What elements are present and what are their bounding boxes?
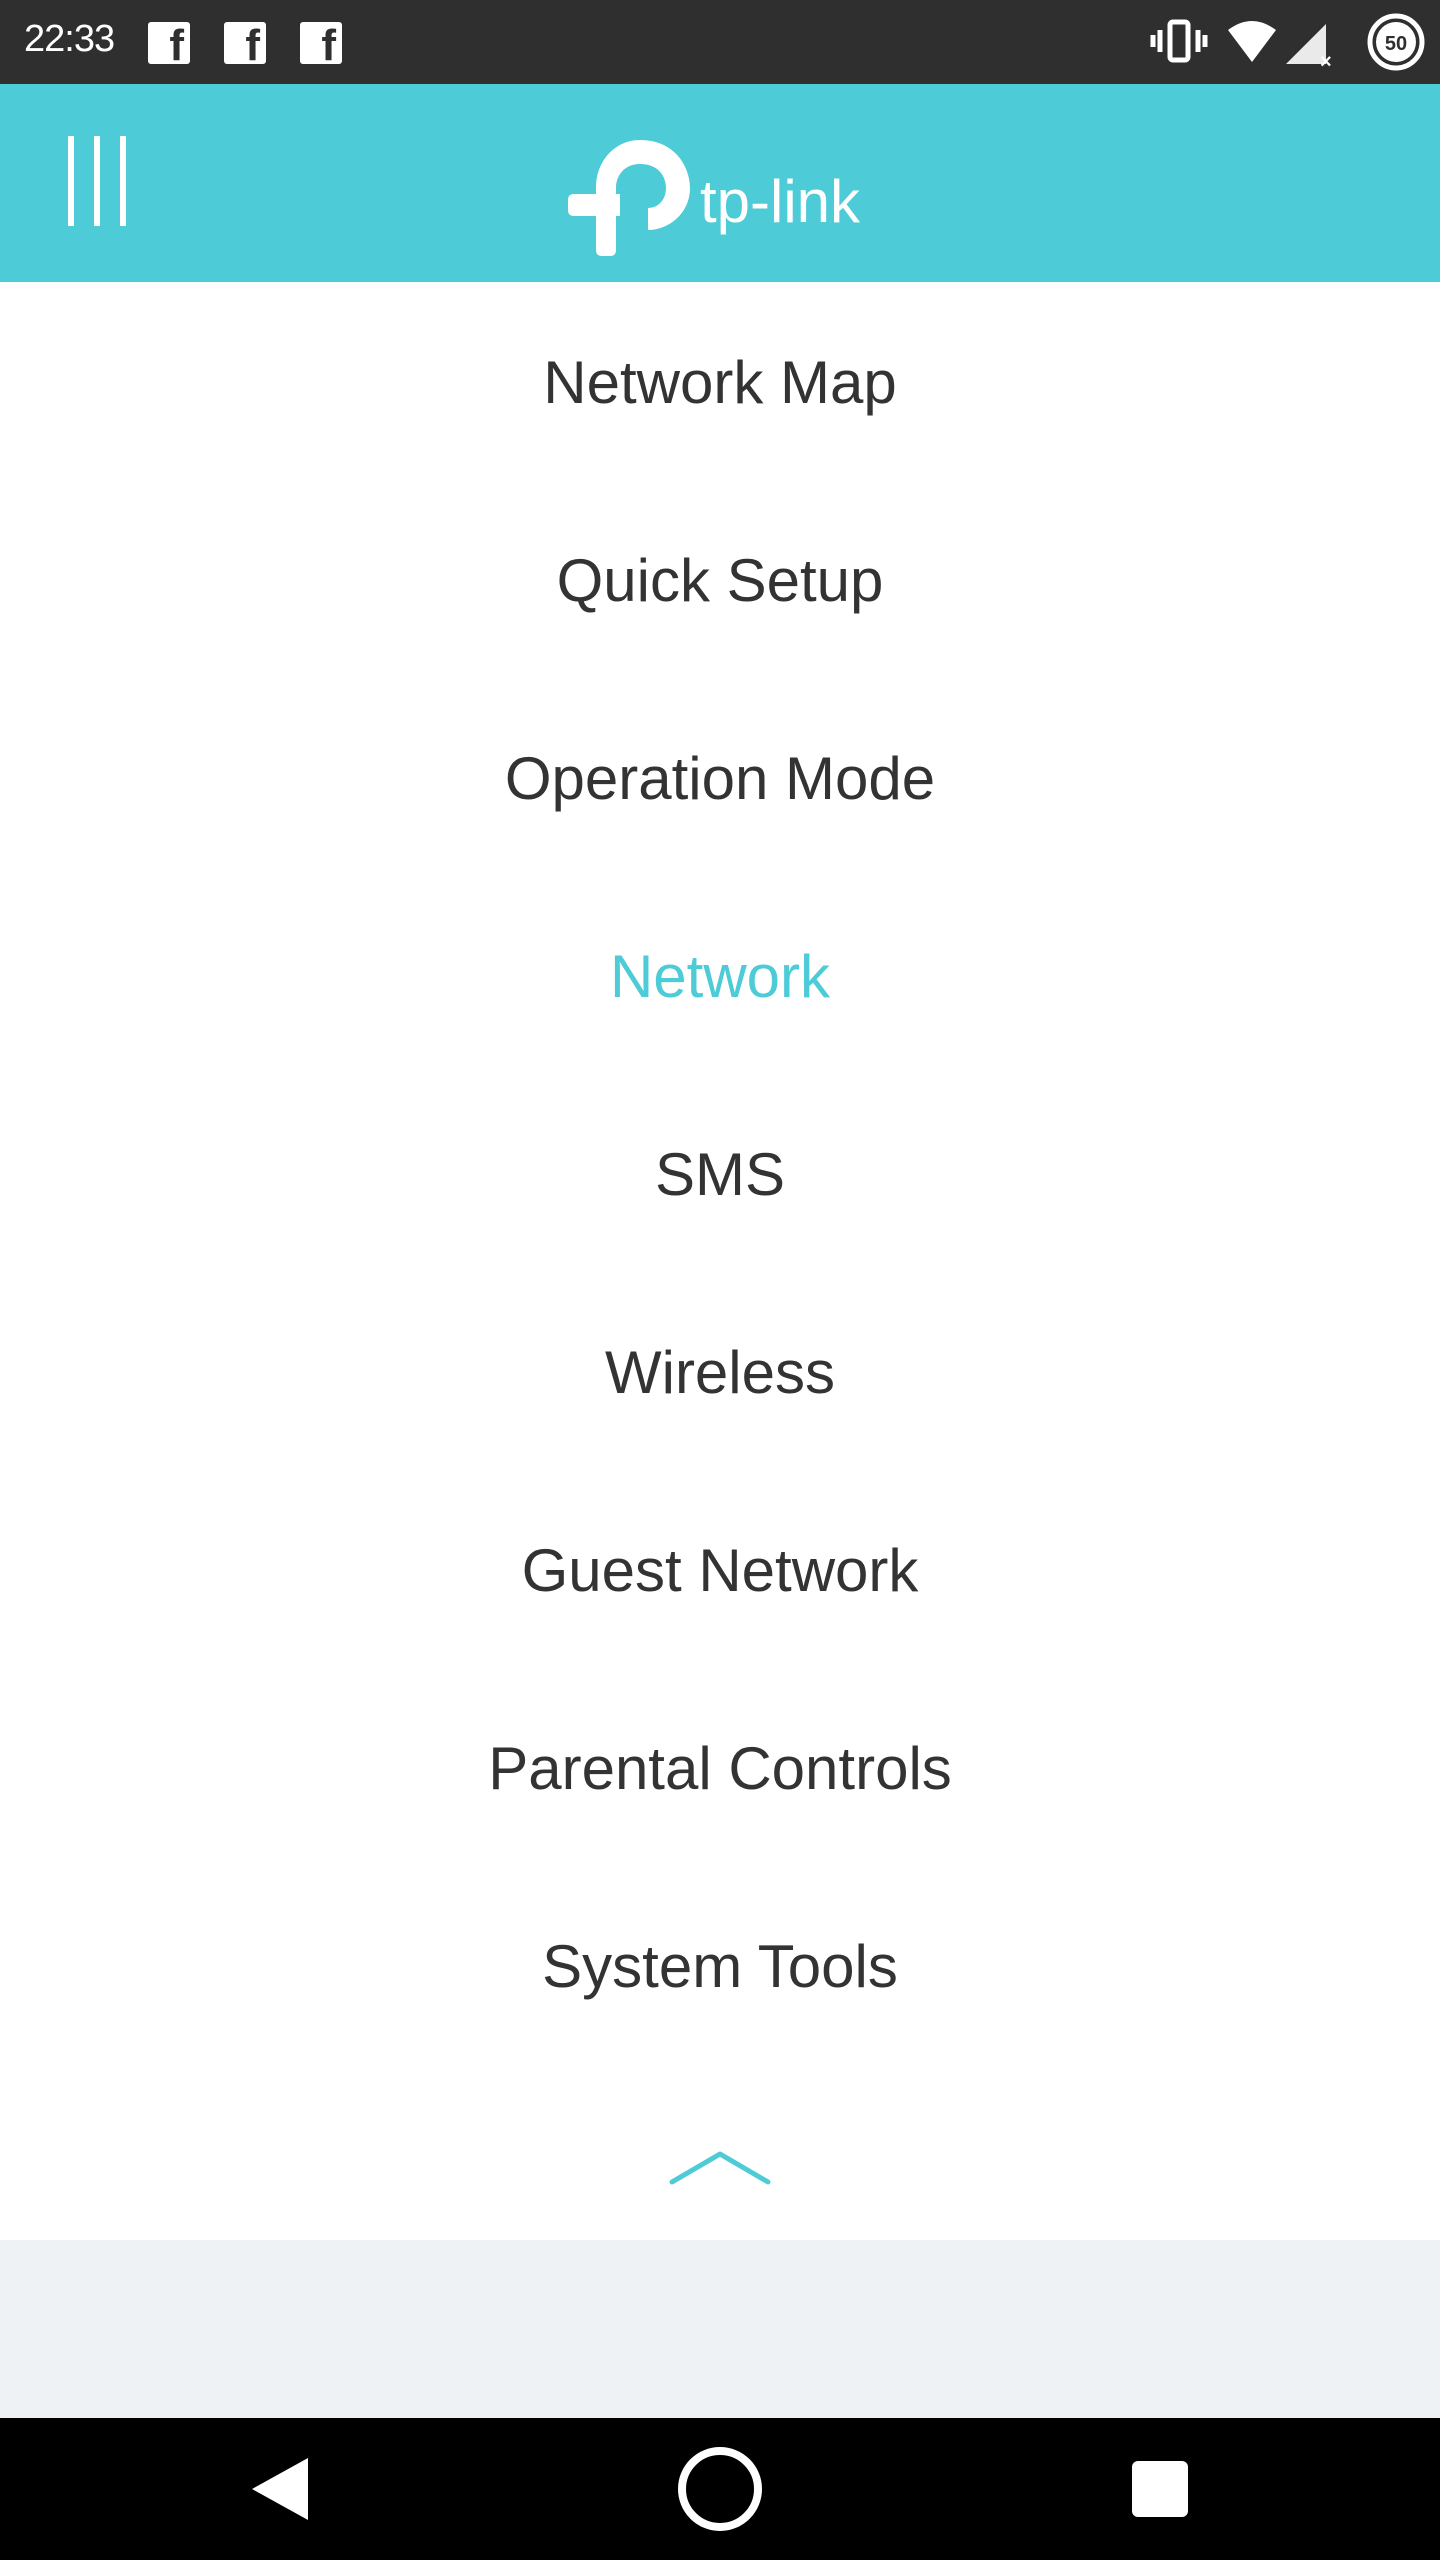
menu-item-sms[interactable]: SMS (0, 1099, 1440, 1249)
facebook-icon: f (224, 22, 266, 68)
menu-item-network-map[interactable]: Network Map (0, 307, 1440, 457)
facebook-icon: f (300, 22, 342, 68)
menu-item-operation-mode[interactable]: Operation Mode (0, 703, 1440, 853)
navigation-menu: Network Map Quick Setup Operation Mode N… (0, 282, 1440, 2240)
footer-area (0, 2240, 1440, 2418)
recents-icon[interactable] (1080, 2418, 1240, 2560)
tp-link-logo: tp-link (568, 140, 861, 256)
status-time: 22:33 (24, 18, 115, 60)
vibrate-icon (1150, 19, 1208, 63)
menu-item-network[interactable]: Network (0, 901, 1440, 1051)
logo-text: tp-link (700, 168, 861, 235)
menu-item-wireless[interactable]: Wireless (0, 1297, 1440, 1447)
menu-item-parental-controls[interactable]: Parental Controls (0, 1693, 1440, 1843)
menu-item-system-tools[interactable]: System Tools (0, 1891, 1440, 2041)
menu-icon[interactable] (56, 126, 136, 236)
signal-icon: × (1286, 24, 1332, 73)
home-icon[interactable] (640, 2418, 800, 2560)
menu-item-guest-network[interactable]: Guest Network (0, 1495, 1440, 1645)
back-icon[interactable] (200, 2418, 360, 2560)
chevron-up-icon[interactable] (660, 2124, 780, 2204)
battery-level-text: 50 (1385, 33, 1407, 55)
facebook-icon: f (148, 22, 190, 68)
battery-icon: 50 (1367, 13, 1425, 71)
system-nav-bar (0, 2418, 1440, 2560)
status-bar: 22:33 f f f × 50 (0, 0, 1440, 84)
wifi-icon (1228, 21, 1276, 62)
svg-text:×: × (1320, 51, 1332, 73)
menu-item-quick-setup[interactable]: Quick Setup (0, 505, 1440, 655)
app-header: tp-link (0, 84, 1440, 282)
system-status-icons: × 50 (1150, 13, 1425, 73)
